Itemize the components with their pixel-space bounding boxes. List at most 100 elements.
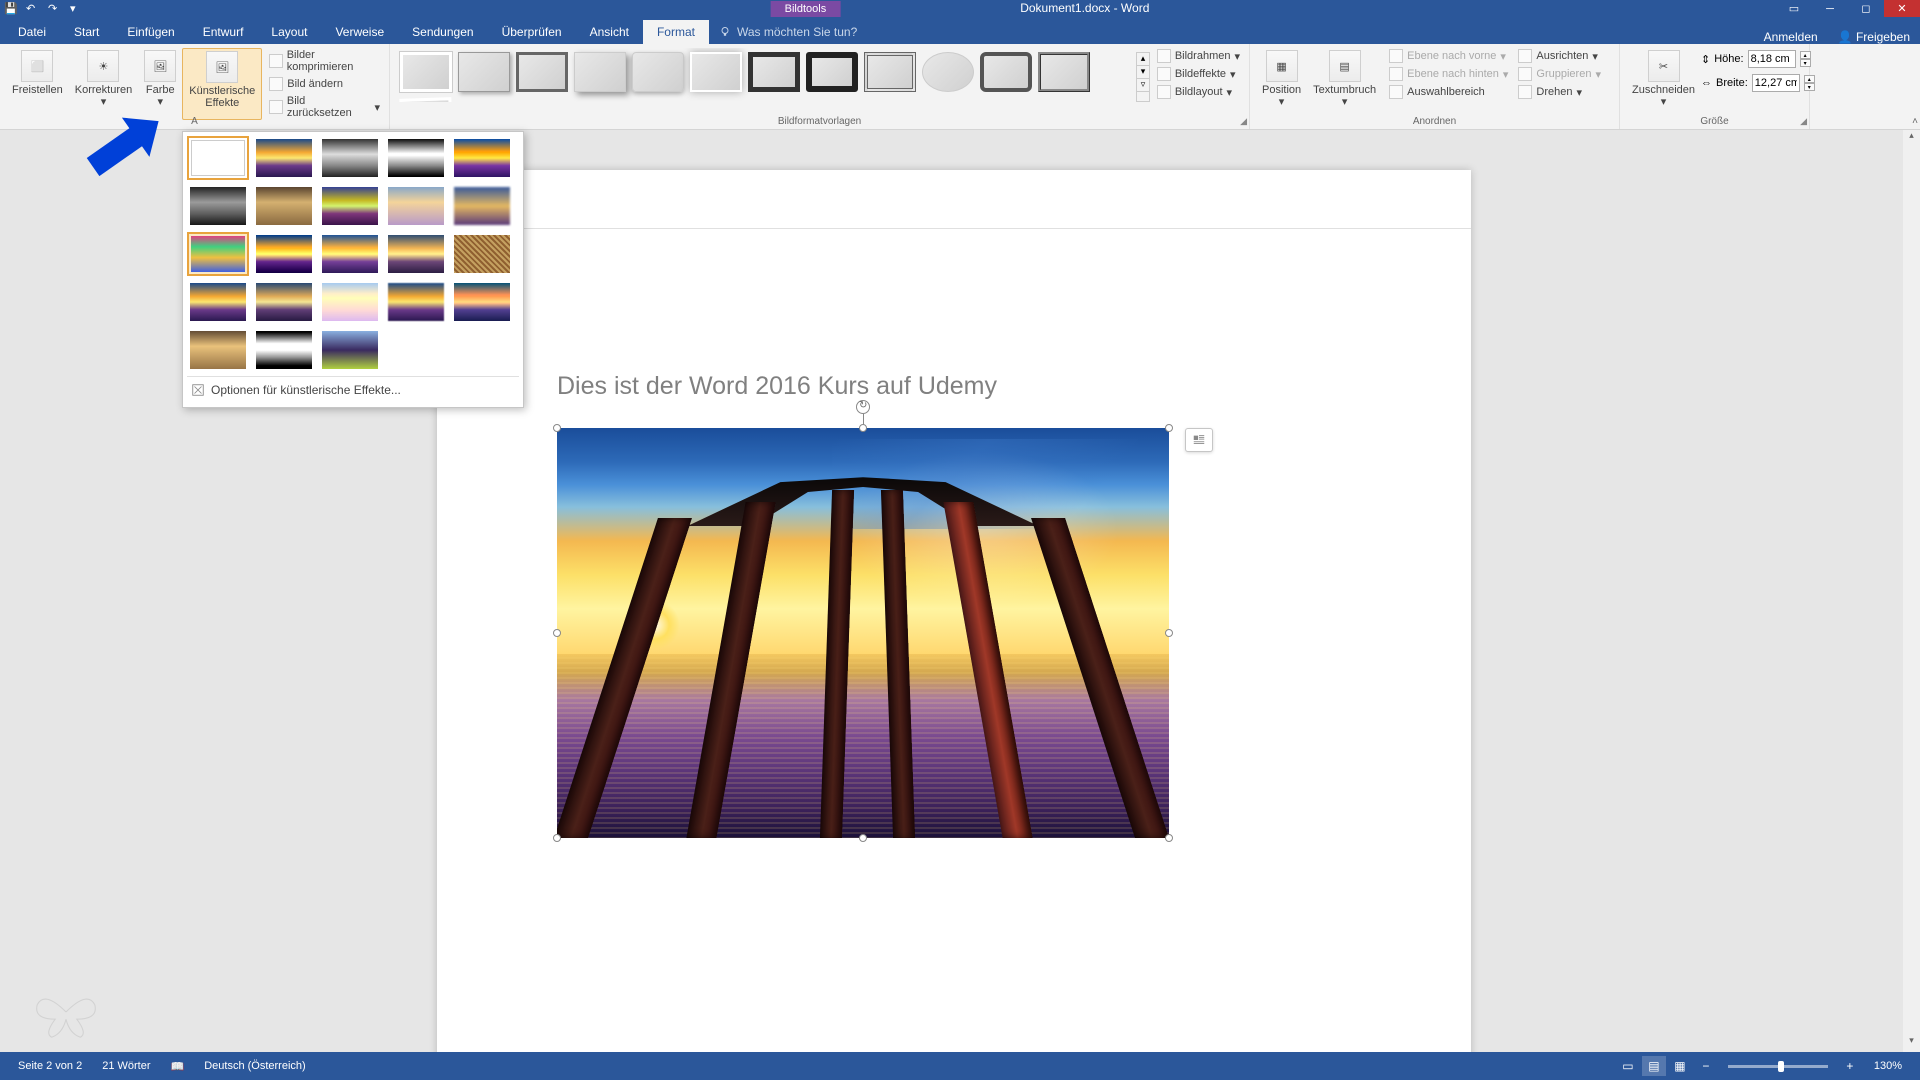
resize-handle-tr[interactable] <box>1165 424 1173 432</box>
effect-13[interactable] <box>319 232 381 276</box>
picture-style-11[interactable] <box>980 52 1032 92</box>
height-up-icon[interactable]: ▴ <box>1800 51 1811 59</box>
layout-options-button[interactable] <box>1185 428 1213 452</box>
tab-sendungen[interactable]: Sendungen <box>398 20 487 44</box>
zoom-level[interactable]: 130% <box>1864 1060 1912 1072</box>
picture-style-9[interactable] <box>864 52 916 92</box>
bilder-komprimieren-button[interactable]: Bilder komprimieren <box>266 48 383 74</box>
picture-style-5[interactable] <box>632 52 684 92</box>
effect-5[interactable] <box>451 136 513 180</box>
read-mode-icon[interactable]: ▭ <box>1616 1056 1640 1076</box>
tab-datei[interactable]: Datei <box>4 20 60 44</box>
picture-style-8[interactable] <box>806 52 858 92</box>
picture-style-2[interactable] <box>458 52 510 92</box>
resize-handle-tl[interactable] <box>553 424 561 432</box>
picture-style-4[interactable] <box>574 52 626 92</box>
bildformat-launcher-icon[interactable]: ◢ <box>1240 116 1247 127</box>
width-up-icon[interactable]: ▴ <box>1804 75 1815 83</box>
picture-style-10[interactable] <box>922 52 974 92</box>
document-page[interactable]: Dies ist der Word 2016 Kurs auf Udemy <box>437 170 1471 1052</box>
effect-22[interactable] <box>253 328 315 372</box>
picture-style-1[interactable] <box>400 52 452 92</box>
effect-7[interactable] <box>253 184 315 228</box>
height-input[interactable] <box>1748 50 1796 68</box>
effect-6[interactable] <box>187 184 249 228</box>
close-icon[interactable]: ✕ <box>1884 0 1920 17</box>
word-count[interactable]: 21 Wörter <box>92 1060 160 1072</box>
picture-style-7[interactable] <box>748 52 800 92</box>
picture-style-6[interactable] <box>690 52 742 92</box>
zuschneiden-button[interactable]: ✂ Zuschneiden▾ <box>1626 48 1701 110</box>
tab-einfugen[interactable]: Einfügen <box>113 20 188 44</box>
zoom-slider[interactable] <box>1728 1065 1828 1068</box>
freistellen-button[interactable]: ⬜ Freistellen <box>6 48 69 120</box>
vertical-scrollbar[interactable]: ▴ ▾ <box>1903 130 1920 1052</box>
picture-style-12[interactable] <box>1038 52 1090 92</box>
resize-handle-bl[interactable] <box>553 834 561 842</box>
tab-format[interactable]: Format <box>643 20 709 44</box>
qat-customize-icon[interactable]: ▾ <box>70 2 84 16</box>
collapse-ribbon-icon[interactable]: ˄ <box>1912 116 1918 127</box>
auswahlbereich-button[interactable]: Auswahlbereich <box>1386 84 1511 100</box>
effect-10[interactable] <box>451 184 513 228</box>
zoom-out-icon[interactable]: − <box>1694 1056 1718 1076</box>
effect-19[interactable] <box>385 280 447 324</box>
effect-none[interactable] <box>187 136 249 180</box>
page-indicator[interactable]: Seite 2 von 2 <box>8 1060 92 1072</box>
effect-14[interactable] <box>385 232 447 276</box>
effect-23[interactable] <box>319 328 381 372</box>
effect-3[interactable] <box>319 136 381 180</box>
kunstlerische-effekte-button[interactable]: 🖼 Künstlerische Effekte <box>182 48 262 120</box>
effect-8[interactable] <box>319 184 381 228</box>
position-button[interactable]: ▦ Position▾ <box>1256 48 1307 110</box>
picture-style-3[interactable] <box>516 52 568 92</box>
textumbruch-button[interactable]: ▤ Textumbruch▾ <box>1307 48 1382 110</box>
zoom-in-icon[interactable]: + <box>1838 1056 1862 1076</box>
ausrichten-button[interactable]: Ausrichten ▾ <box>1515 48 1604 64</box>
web-layout-icon[interactable]: ▦ <box>1668 1056 1692 1076</box>
maximize-icon[interactable]: ◻ <box>1848 0 1884 17</box>
print-layout-icon[interactable]: ▤ <box>1642 1056 1666 1076</box>
effect-21[interactable] <box>187 328 249 372</box>
anmelden-link[interactable]: Anmelden <box>1764 30 1818 44</box>
tab-verweise[interactable]: Verweise <box>321 20 398 44</box>
resize-handle-ml[interactable] <box>553 629 561 637</box>
picture-style-13[interactable] <box>399 97 452 102</box>
ribbon-display-icon[interactable]: ▭ <box>1776 0 1812 17</box>
effect-18[interactable] <box>319 280 381 324</box>
tab-ansicht[interactable]: Ansicht <box>576 20 643 44</box>
resize-handle-mr[interactable] <box>1165 629 1173 637</box>
selected-image[interactable] <box>557 428 1169 838</box>
effect-17[interactable] <box>253 280 315 324</box>
bildrahmen-button[interactable]: Bildrahmen ▾ <box>1154 48 1243 64</box>
effect-16[interactable] <box>187 280 249 324</box>
tab-layout[interactable]: Layout <box>257 20 321 44</box>
korrekturen-button[interactable]: ☀ Korrekturen▾ <box>69 48 138 120</box>
effect-9[interactable] <box>385 184 447 228</box>
effect-4[interactable] <box>385 136 447 180</box>
effect-20[interactable] <box>451 280 513 324</box>
effect-12[interactable] <box>253 232 315 276</box>
tell-me-search[interactable]: Was möchten Sie tun? <box>709 20 867 44</box>
gallery-expand[interactable]: ▴▾▿ <box>1136 52 1150 102</box>
pier-image[interactable] <box>557 428 1169 838</box>
redo-icon[interactable]: ↷ <box>48 2 62 16</box>
resize-handle-bm[interactable] <box>859 834 867 842</box>
freigeben-link[interactable]: 👤 Freigeben <box>1838 30 1910 44</box>
tab-uberprufen[interactable]: Überprüfen <box>488 20 576 44</box>
scroll-down-icon[interactable]: ▾ <box>1903 1035 1920 1052</box>
effect-15[interactable] <box>451 232 513 276</box>
spellcheck-icon[interactable]: 📖 <box>161 1060 195 1073</box>
width-down-icon[interactable]: ▾ <box>1804 83 1815 91</box>
bildeffekte-button[interactable]: Bildeffekte ▾ <box>1154 66 1243 82</box>
tab-start[interactable]: Start <box>60 20 113 44</box>
grosse-launcher-icon[interactable]: ◢ <box>1800 116 1807 127</box>
undo-icon[interactable]: ↶ <box>26 2 40 16</box>
bildlayout-button[interactable]: Bildlayout ▾ <box>1154 84 1243 100</box>
width-input[interactable] <box>1752 74 1800 92</box>
effect-11[interactable] <box>187 232 249 276</box>
drehen-button[interactable]: Drehen ▾ <box>1515 84 1604 100</box>
language-indicator[interactable]: Deutsch (Österreich) <box>194 1060 315 1072</box>
minimize-icon[interactable]: ─ <box>1812 0 1848 17</box>
save-icon[interactable]: 💾 <box>4 2 18 16</box>
